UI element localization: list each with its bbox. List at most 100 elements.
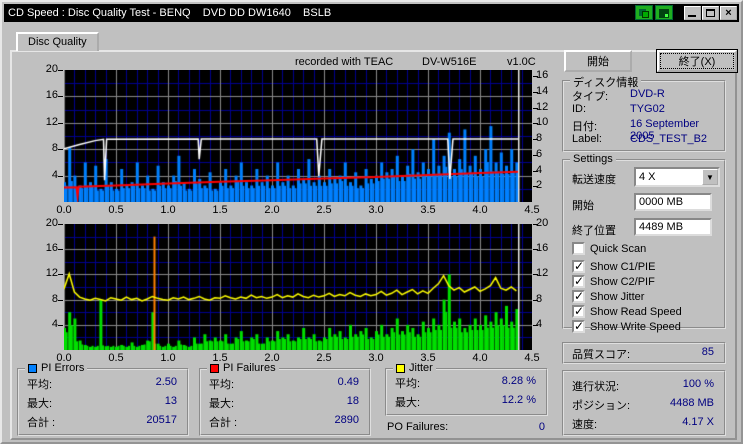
axis-tick-label: 16 bbox=[536, 242, 549, 255]
chevron-down-icon[interactable]: ▼ bbox=[702, 169, 718, 185]
start-button[interactable]: 開始 bbox=[564, 50, 632, 72]
exit-button[interactable]: 終了(X) bbox=[657, 50, 737, 72]
axis-tick-label: 3.5 bbox=[420, 204, 436, 216]
axis-tick-label: 16 bbox=[536, 69, 549, 82]
axis-tick-label: 4 bbox=[536, 317, 543, 330]
minimize-button[interactable] bbox=[684, 5, 701, 20]
axis-tick-label: 8 bbox=[51, 142, 58, 155]
axis-tick-mark bbox=[58, 175, 63, 177]
checkbox-icon: ✓ bbox=[572, 319, 585, 333]
axis-tick-label: 16 bbox=[45, 242, 58, 255]
axis-tick-label: 2.0 bbox=[264, 204, 280, 216]
axis-tick-label: 6 bbox=[536, 147, 543, 160]
axis-tick-mark bbox=[533, 139, 538, 141]
axis-tick-label: 4.0 bbox=[472, 352, 488, 364]
axis-tick-label: 12 bbox=[536, 267, 549, 280]
checkbox-show-c1-pie[interactable]: ✓ Show C1/PIE bbox=[572, 259, 655, 273]
speed-combobox[interactable]: 4 X ▼ bbox=[634, 167, 720, 187]
checkbox-quick-scan[interactable]: ✓ Quick Scan bbox=[572, 242, 646, 255]
pi-failures-total: 2890 bbox=[334, 414, 359, 426]
axis-tick-label: 4.5 bbox=[524, 204, 540, 216]
checkbox-show-c2-pif[interactable]: ✓ Show C2/PIF bbox=[572, 274, 655, 288]
checkbox-show-write-speed[interactable]: ✓ Show Write Speed bbox=[572, 319, 681, 333]
maximize-button[interactable] bbox=[702, 5, 719, 20]
axis-tick-mark bbox=[533, 186, 538, 188]
axis-tick-label: 20 bbox=[536, 217, 549, 229]
axis-tick-label: 8 bbox=[536, 292, 543, 305]
axis-tick-label: 10 bbox=[536, 116, 549, 129]
pi-errors-legend-icon bbox=[28, 363, 37, 373]
jitter-legend-icon bbox=[396, 363, 405, 373]
axis-tick-mark bbox=[533, 92, 538, 93]
axis-tick-label: 3.0 bbox=[368, 204, 384, 216]
po-failures-label: PO Failures: bbox=[387, 421, 449, 433]
axis-tick-mark bbox=[533, 107, 538, 109]
speed-label: 転送速度 bbox=[572, 174, 616, 186]
axis-tick-mark bbox=[58, 122, 63, 124]
jitter-avg: 8.28 % bbox=[501, 375, 536, 387]
disc-type-value: DVD-R bbox=[630, 88, 665, 100]
jitter-stats-box: Jitter 平均: 8.28 % 最大: 12.2 % bbox=[385, 362, 548, 416]
pi-errors-total: 20517 bbox=[146, 414, 177, 426]
axis-tick-mark bbox=[58, 299, 63, 301]
recorder-version-text: v1.0C bbox=[507, 56, 536, 68]
axis-tick-label: 1.0 bbox=[160, 352, 176, 364]
axis-tick-label: 16 bbox=[45, 89, 58, 102]
speed-stat-label: 速度: bbox=[572, 419, 598, 431]
axis-tick-mark bbox=[533, 154, 538, 156]
axis-tick-mark bbox=[58, 324, 63, 326]
recorded-with-text: recorded with TEAC bbox=[295, 56, 394, 68]
start-pos-field[interactable]: 0000 MB bbox=[634, 193, 712, 211]
axis-tick-mark bbox=[533, 249, 538, 251]
axis-tick-mark bbox=[533, 324, 538, 326]
checkbox-icon: ✓ bbox=[572, 259, 585, 273]
pi-failures-stats-box: PI Failures 平均: 0.49 最大: 18 合計 :2890 bbox=[199, 362, 371, 436]
axis-tick-label: 12 bbox=[45, 115, 58, 128]
axis-tick-label: 1.0 bbox=[160, 204, 176, 216]
axis-tick-mark bbox=[58, 96, 63, 98]
axis-tick-mark bbox=[533, 224, 538, 225]
maximize-icon bbox=[706, 8, 715, 17]
close-button[interactable]: × bbox=[720, 5, 737, 20]
tab-disc-quality[interactable]: Disc Quality bbox=[16, 32, 99, 51]
minimize-icon bbox=[688, 14, 696, 17]
progress-label: 進行状況: bbox=[572, 381, 620, 393]
axis-tick-mark bbox=[533, 170, 538, 172]
drive-icon-button[interactable] bbox=[655, 5, 673, 20]
jitter-legend-label: Jitter bbox=[409, 362, 433, 374]
pi-failures-jitter-chart bbox=[64, 224, 532, 350]
axis-tick-mark bbox=[58, 70, 63, 71]
settings-title: Settings bbox=[570, 153, 616, 165]
pi-failures-avg: 0.49 bbox=[337, 376, 359, 388]
disc-info-groupbox: ディスク情報 タイプ: DVD-R ID: TYG02 日付: 16 Septembe… bbox=[562, 74, 726, 152]
end-pos-field[interactable]: 4489 MB bbox=[634, 218, 712, 236]
axis-tick-label: 4 bbox=[51, 168, 58, 181]
axis-tick-label: 20 bbox=[45, 217, 58, 229]
po-failures-value: 0 bbox=[538, 421, 545, 433]
start-pos-label: 開始 bbox=[572, 200, 594, 212]
axis-tick-label: 14 bbox=[536, 85, 549, 97]
progress-value: 100 % bbox=[682, 378, 714, 390]
axis-tick-mark bbox=[533, 274, 538, 276]
disc-type-label: タイプ: bbox=[572, 91, 609, 103]
axis-tick-mark bbox=[533, 123, 538, 125]
progress-box: 進行状況: 100 % ポジション: 4488 MB 速度: 4.17 X bbox=[562, 370, 726, 436]
checkbox-show-read-speed[interactable]: ✓ Show Read Speed bbox=[572, 304, 682, 318]
axis-tick-mark bbox=[58, 224, 63, 225]
axis-tick-mark bbox=[58, 149, 63, 151]
graph-icon-button[interactable] bbox=[635, 5, 653, 20]
checkbox-icon: ✓ bbox=[572, 274, 585, 288]
axis-tick-label: 2 bbox=[536, 179, 543, 192]
disc-date-label: 日付: bbox=[572, 121, 598, 133]
quality-score-value: 85 bbox=[701, 346, 714, 358]
end-pos-label: 終了位置 bbox=[572, 225, 616, 237]
axis-tick-label: 3.0 bbox=[368, 352, 384, 364]
pi-errors-legend-label: PI Errors bbox=[41, 362, 85, 374]
axis-tick-label: 2.5 bbox=[316, 352, 332, 364]
checkbox-icon: ✓ bbox=[572, 304, 585, 318]
position-value: 4488 MB bbox=[669, 397, 714, 409]
checkbox-show-jitter[interactable]: ✓ Show Jitter bbox=[572, 289, 644, 303]
axis-tick-label: 4 bbox=[51, 317, 58, 330]
axis-tick-label: 8 bbox=[51, 292, 58, 305]
settings-groupbox: Settings 転送速度 4 X ▼ 開始 0000 MB 終了位置 4489… bbox=[562, 153, 726, 333]
